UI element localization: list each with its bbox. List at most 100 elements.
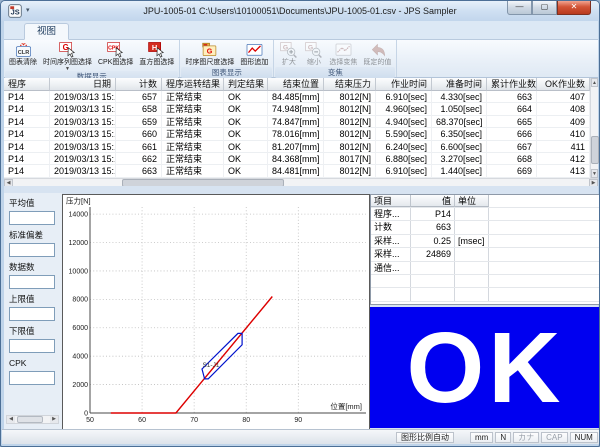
status-caps-indicator: CAP (541, 432, 567, 443)
vertical-scroll-thumb[interactable] (591, 136, 599, 164)
info-row: 程序...P14 (371, 208, 600, 221)
info-column-header[interactable]: 值 (411, 195, 455, 207)
zoom-out-icon: G (304, 41, 323, 59)
svg-text:14000: 14000 (69, 212, 89, 219)
ribbon-button-label: 选择变焦 (329, 59, 357, 67)
table-cell: 2019/03/13 15:... (50, 103, 116, 115)
results-table-header[interactable]: 程序日期计数程序运转结果判定结果结束位置结束压力作业时间准备时间累计作业数OK作… (4, 78, 598, 91)
info-cell-item: 计数 (371, 221, 411, 233)
info-cell-value (411, 262, 455, 274)
table-cell: 8012[N] (324, 141, 376, 153)
table-row[interactable]: P142019/03/13 15:...659正常结束OK74.847[mm]8… (4, 116, 598, 128)
stat-field-input[interactable] (9, 275, 55, 289)
column-header[interactable]: 准备时间 (432, 78, 487, 91)
status-kana-indicator: カナ (513, 432, 539, 443)
svg-text:8000: 8000 (72, 297, 88, 304)
graph-add-button[interactable]: 图形追加 (238, 41, 270, 67)
hist-select-icon: H (147, 41, 166, 59)
svg-text:CLR: CLR (17, 50, 29, 56)
table-row[interactable]: P142019/03/13 15:...661正常结束OK81.207[mm]8… (4, 141, 598, 153)
judgment-result-text: OK (407, 318, 565, 418)
chart-panel[interactable]: 0200040006000800010000120001400050607080… (62, 194, 370, 430)
table-cell: 78.016[mm] (268, 128, 324, 140)
pressure-position-chart[interactable]: 0200040006000800010000120001400050607080… (63, 195, 369, 429)
info-column-header[interactable]: 单位 (455, 195, 489, 207)
scroll-up-icon[interactable]: ▲ (591, 78, 598, 87)
title-bar[interactable]: JS ▾ JPU-1005-01 C:\Users\10100051\Docum… (1, 1, 599, 21)
hist-select-button[interactable]: H直方图选择 (137, 41, 176, 67)
scroll-down-icon[interactable]: ▼ (591, 169, 598, 178)
info-column-header[interactable]: 项目 (371, 195, 411, 207)
table-cell: P14 (4, 153, 50, 165)
column-header[interactable]: 判定结果 (224, 78, 268, 91)
table-cell: 8017[N] (324, 153, 376, 165)
table-cell: 409 (537, 116, 590, 128)
table-horizontal-scrollbar[interactable]: ◀ ▶ (4, 178, 598, 186)
info-cell-item (371, 275, 411, 287)
stat-field-input[interactable] (9, 339, 55, 353)
zoom-select-icon (334, 41, 353, 59)
stat-field-label: 平均值 (9, 198, 58, 208)
table-cell: P14 (4, 128, 50, 140)
table-row[interactable]: P142019/03/13 15:...663正常结束OK84.481[mm]8… (4, 165, 598, 177)
scroll-left-icon[interactable]: ◀ (7, 416, 15, 423)
close-button[interactable]: ✕ (557, 1, 591, 15)
table-cell: 660 (116, 128, 162, 140)
table-cell: 正常结束 (162, 116, 224, 128)
column-header[interactable]: 结束位置 (268, 78, 324, 91)
info-cell-unit (455, 208, 489, 220)
ribbon: CLR图表清除G时间序列图选择▼CPKCPK图选择H直方图选择数据显示G时序图尺… (4, 40, 598, 78)
svg-text:12000: 12000 (69, 240, 89, 247)
table-cell: 1.050[sec] (432, 103, 487, 115)
table-row[interactable]: P142019/03/13 15:...658正常结束OK74.948[mm]8… (4, 103, 598, 115)
column-header[interactable]: 累计作业数 (487, 78, 537, 91)
ribbon-button-label: 直方图选择 (139, 59, 174, 67)
default-value-icon (368, 41, 387, 59)
column-header[interactable]: 程序运转结果 (162, 78, 224, 91)
stat-field-input[interactable] (9, 243, 55, 257)
column-header[interactable]: 程序 (4, 78, 50, 91)
table-cell: 84.368[mm] (268, 153, 324, 165)
table-cell: 661 (116, 141, 162, 153)
table-vertical-scrollbar[interactable]: ▲ ▼ (590, 78, 598, 178)
ribbon-button-label: 图形追加 (240, 59, 268, 67)
column-header[interactable]: 日期 (50, 78, 116, 91)
minimize-button[interactable]: — (507, 1, 532, 15)
ts-select-button[interactable]: G时间序列图选择▼ (41, 41, 94, 71)
cpk-select-button[interactable]: CPKCPK图选择 (96, 41, 135, 67)
scroll-right-icon[interactable]: ▶ (50, 416, 58, 423)
table-cell: 4.960[sec] (376, 103, 432, 115)
table-row[interactable]: P142019/03/13 15:...660正常结束OK78.016[mm]8… (4, 128, 598, 140)
column-header[interactable]: OK作业数 (537, 78, 590, 91)
stat-field-input[interactable] (9, 371, 55, 385)
scroll-thumb[interactable] (17, 416, 43, 423)
status-unit-n: N (495, 432, 511, 443)
table-row[interactable]: P142019/03/13 15:...657正常结束OK84.485[mm]8… (4, 91, 598, 103)
stats-horizontal-scrollbar[interactable]: ◀▶ (6, 415, 59, 424)
table-cell: 74.948[mm] (268, 103, 324, 115)
ribbon-button-label: 扩大 (282, 59, 296, 67)
tab-view[interactable]: 视图 (24, 23, 69, 40)
table-cell: 正常结束 (162, 165, 224, 177)
clr-button[interactable]: CLR图表清除 (7, 41, 39, 67)
column-header[interactable]: 结束压力 (324, 78, 376, 91)
column-header[interactable]: 计数 (116, 78, 162, 91)
table-cell: 659 (116, 116, 162, 128)
svg-text:G: G (63, 43, 69, 52)
pane-splitter[interactable] (4, 186, 598, 193)
ribbon-button-label: 缩小 (307, 59, 321, 67)
svg-text:10000: 10000 (69, 268, 89, 275)
table-cell: 662 (116, 153, 162, 165)
stat-field-input[interactable] (9, 307, 55, 321)
stat-field-input[interactable] (9, 211, 55, 225)
svg-text:90: 90 (294, 417, 302, 424)
svg-text:50: 50 (86, 417, 94, 424)
table-row[interactable]: P142019/03/13 15:...662正常结束OK84.368[mm]8… (4, 153, 598, 165)
maximize-button[interactable]: ▢ (532, 1, 557, 15)
table-cell: 68.370[sec] (432, 116, 487, 128)
column-header[interactable]: 作业时间 (376, 78, 432, 91)
ts-scale-button[interactable]: G时序图尺度选择 (183, 41, 236, 67)
table-cell: OK (224, 165, 268, 177)
table-cell: 1.440[sec] (432, 165, 487, 177)
table-cell: 6.350[sec] (432, 128, 487, 140)
